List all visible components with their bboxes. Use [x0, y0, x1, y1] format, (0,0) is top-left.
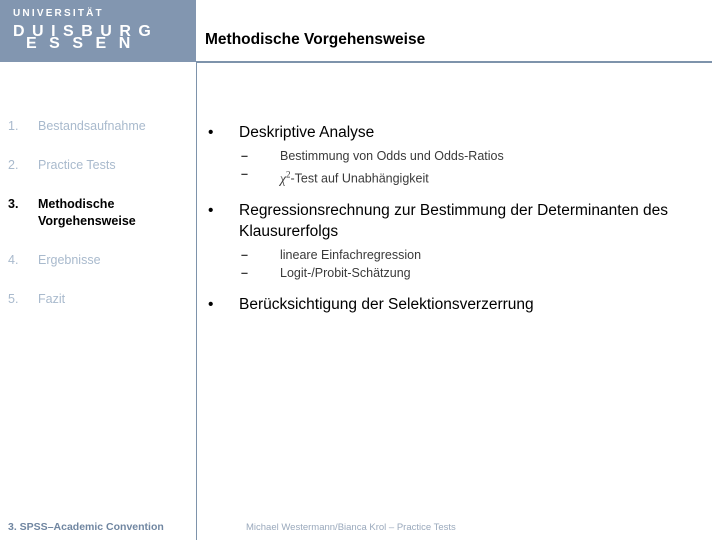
sidebar-item-label: Methodische Vorgehensweise: [38, 197, 136, 228]
bullet-regressionsrechnung: • Regressionsrechnung zur Bestimmung der…: [205, 200, 713, 242]
sidebar-item-label: Practice Tests: [38, 158, 116, 172]
chi-squared-symbol: χ2: [280, 169, 291, 186]
dash-marker-icon: –: [241, 265, 248, 280]
sub-bullet-text: Bestimmung von Odds und Odds-Ratios: [280, 149, 504, 163]
content-group: • Deskriptive Analyse – Bestimmung von O…: [205, 122, 713, 188]
content-group: • Regressionsrechnung zur Bestimmung der…: [205, 200, 713, 282]
bullet-selektionsverzerrung: • Berücksichtigung der Selektionsverzerr…: [205, 294, 713, 315]
sidebar-item-practice-tests[interactable]: 2. Practice Tests: [0, 157, 196, 174]
sidebar-item-number: 2.: [8, 158, 19, 172]
bullet-marker-icon: •: [208, 295, 214, 313]
sub-bullet-chi-square-test: – χ2-Test auf Unabhängigkeit: [205, 165, 713, 188]
logo-line-essen: ESSEN: [26, 35, 143, 52]
sidebar-item-label: Bestandsaufnahme: [38, 119, 146, 133]
bullet-text: Berücksichtigung der Selektionsverzerrun…: [239, 295, 534, 313]
sidebar-item-number: 4.: [8, 253, 19, 267]
sidebar-nav: 1. Bestandsaufnahme 2. Practice Tests 3.…: [0, 118, 196, 330]
header-divider: [196, 61, 712, 63]
sub-bullet-text: χ2-Test auf Unabhängigkeit: [280, 169, 429, 186]
sidebar-item-number: 1.: [8, 119, 19, 133]
sub-bullet-text: lineare Einfachregression: [280, 247, 422, 262]
sidebar-item-label: Ergebnisse: [38, 253, 101, 267]
sidebar-item-label: Fazit: [38, 292, 66, 306]
sub-bullet-lineare-einfachregression: – lineare Einfachregression: [205, 246, 713, 264]
sidebar-item-methodische-vorgehensweise[interactable]: 3. Methodische Vorgehensweise: [0, 196, 196, 230]
sub-bullet-text: Logit-/Probit-Schätzung: [280, 265, 411, 280]
dash-marker-icon: –: [241, 167, 248, 181]
page-title: Methodische Vorgehensweise: [205, 31, 426, 48]
university-logo: UNIVERSITÄT DUISBURG ESSEN: [0, 0, 196, 62]
sidebar-item-ergebnisse[interactable]: 4. Ergebnisse: [0, 252, 196, 269]
slide-content: • Deskriptive Analyse – Bestimmung von O…: [205, 122, 713, 319]
dash-marker-icon: –: [241, 247, 248, 262]
footer-conference-label: 3. SPSS–Academic Convention: [8, 521, 164, 533]
sidebar-item-fazit[interactable]: 5. Fazit: [0, 291, 196, 308]
dash-marker-icon: –: [241, 149, 248, 163]
sub-bullet-odds-ratios: – Bestimmung von Odds und Odds-Ratios: [205, 147, 713, 165]
bullet-marker-icon: •: [208, 124, 214, 141]
bullet-text: Deskriptive Analyse: [239, 124, 375, 141]
bullet-deskriptive-analyse: • Deskriptive Analyse: [205, 122, 713, 143]
sidebar-divider: [196, 62, 197, 540]
sidebar-item-number: 3.: [8, 197, 19, 211]
logo-line-universitaet: UNIVERSITÄT: [13, 8, 104, 19]
sidebar-item-number: 5.: [8, 292, 19, 306]
bullet-marker-icon: •: [208, 201, 214, 219]
content-group: • Berücksichtigung der Selektionsverzerr…: [205, 294, 713, 315]
footer-authors-label: Michael Westermann/Bianca Krol – Practic…: [246, 522, 456, 533]
bullet-text: Regressionsrechnung zur Bestimmung der D…: [239, 201, 669, 240]
sub-bullet-logit-probit: – Logit-/Probit-Schätzung: [205, 264, 713, 282]
sidebar-item-bestandsaufnahme[interactable]: 1. Bestandsaufnahme: [0, 118, 196, 135]
